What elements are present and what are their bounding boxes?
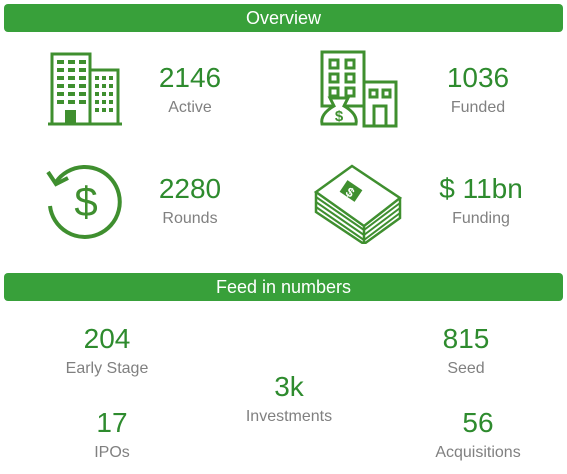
rounds-value: 2280 xyxy=(158,173,222,204)
ipos-value: 17 xyxy=(96,407,128,438)
feed-header: Feed in numbers xyxy=(4,273,563,301)
early-stage-label: Early Stage xyxy=(65,360,149,377)
office-buildings-icon xyxy=(48,52,122,126)
cash-stack-icon: $ xyxy=(313,164,403,244)
ipos-label: IPOs xyxy=(94,444,130,461)
seed-value: 815 xyxy=(442,323,490,354)
acquisitions-value: 56 xyxy=(462,407,494,438)
funding-label: Funding xyxy=(452,210,510,227)
funded-label: Funded xyxy=(450,99,506,116)
early-stage-value: 204 xyxy=(83,323,131,354)
rounds-label: Rounds xyxy=(162,210,218,227)
svg-text:$: $ xyxy=(74,178,97,225)
dollar-cycle-icon: $ xyxy=(46,164,122,239)
funded-value: 1036 xyxy=(446,62,510,93)
overview-header: Overview xyxy=(4,4,563,32)
active-value: 2146 xyxy=(158,62,222,93)
investments-value: 3k xyxy=(274,371,304,402)
active-label: Active xyxy=(168,99,212,116)
seed-label: Seed xyxy=(447,360,485,377)
svg-text:$: $ xyxy=(335,108,344,125)
building-money-bag-icon: $ xyxy=(320,50,398,128)
acquisitions-label: Acquisitions xyxy=(435,444,521,461)
funding-value: $ 11bn xyxy=(439,173,523,204)
investments-label: Investments xyxy=(245,408,333,425)
